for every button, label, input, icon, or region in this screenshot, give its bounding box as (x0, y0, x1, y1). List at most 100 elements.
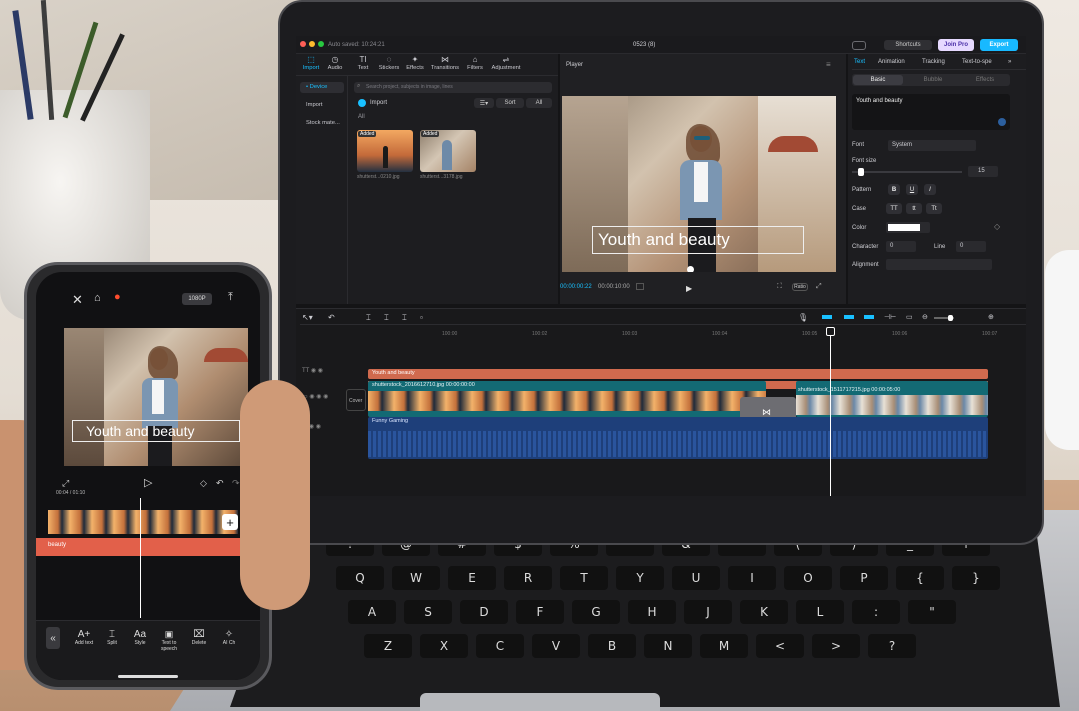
text-track-clip[interactable]: Youth and beauty (368, 369, 988, 379)
view-toggle-icon[interactable]: ☰▾ (474, 98, 494, 108)
sidebar-item-stock[interactable]: Stock mate... (300, 118, 344, 129)
tab-filters[interactable]: ⌂ Filters (460, 55, 490, 71)
keyboard-key[interactable]: } (952, 566, 1000, 590)
subtab-bubble[interactable]: Bubble (908, 75, 958, 85)
tool-delete[interactable]: ⌧ Delete (186, 629, 212, 646)
zoom-fit-icon[interactable]: ⊕ (988, 313, 994, 321)
split-left-icon[interactable]: ⌶ (384, 313, 389, 323)
keyboard-key[interactable]: I (728, 566, 776, 590)
keyboard-key[interactable]: Z (364, 634, 412, 658)
phone-video-track[interactable] (48, 510, 238, 534)
slider-handle[interactable] (858, 168, 864, 176)
keyboard-key[interactable]: : (852, 600, 900, 624)
media-clip[interactable]: Added (357, 130, 413, 172)
zoom-slider[interactable] (934, 315, 954, 321)
keyboard-key[interactable]: F (516, 600, 564, 624)
playhead-handle[interactable] (826, 327, 835, 336)
ratio-button[interactable]: Ratio (792, 283, 808, 291)
tool-ai[interactable]: ✧ AI Ch (214, 629, 244, 646)
video-clip[interactable]: shutterstock_1511717215.jpg 00:00:05:00 (796, 381, 988, 417)
tab-text-props[interactable]: Text (854, 59, 865, 65)
timeline-ruler[interactable]: 100:00 100:02 100:03 100:04 100:05 100:06 100:… (368, 331, 1018, 341)
font-size-slider[interactable] (852, 168, 962, 176)
underline-button[interactable]: U (906, 184, 918, 195)
tab-transitions[interactable]: ⋈ Transitions (430, 55, 460, 71)
keyboard-key[interactable]: E (448, 566, 496, 590)
tab-text-to-speech[interactable]: Text-to-spe (962, 59, 992, 65)
media-search[interactable]: ⌕ Search project, subjects in image, lin… (354, 82, 552, 93)
keyboard-key[interactable]: Q (336, 566, 384, 590)
close-window-dot[interactable] (300, 41, 306, 47)
microphone-icon[interactable]: 🎙 (798, 313, 808, 322)
case-title-button[interactable]: Tt (926, 203, 942, 214)
subtab-basic[interactable]: Basic (853, 75, 903, 85)
keyframe-icon[interactable]: ◇ (200, 478, 207, 489)
keyboard-key[interactable]: > (812, 634, 860, 658)
keyboard-key[interactable]: D (460, 600, 508, 624)
tool-add-text[interactable]: A+ Add text (70, 629, 98, 646)
phone-playhead[interactable] (140, 498, 141, 618)
font-size-input[interactable]: 15 (968, 166, 998, 177)
player-video[interactable]: Youth and beauty (562, 96, 836, 272)
keyboard-key[interactable]: B (588, 634, 636, 658)
play-icon[interactable]: ▷ (144, 476, 152, 489)
shortcuts-button[interactable]: Shortcuts (884, 40, 932, 50)
link-icon[interactable] (844, 315, 854, 319)
delete-icon[interactable]: ▫ (420, 313, 423, 322)
split-icon[interactable]: ⌶ (366, 313, 371, 323)
alignment-group[interactable] (886, 259, 992, 270)
keyboard-key[interactable]: < (756, 634, 804, 658)
phone-video[interactable]: Youth and beauty (64, 328, 248, 466)
keyboard-key[interactable]: C (476, 634, 524, 658)
preview-axis-icon[interactable] (864, 315, 874, 319)
grid-icon[interactable] (636, 283, 644, 290)
keyframe-icon[interactable]: ◇ (994, 222, 1000, 231)
track-lock-icons[interactable]: TT ◉ ◉ (302, 367, 323, 374)
tool-split[interactable]: ⌶ Split (100, 629, 124, 646)
layout-icon[interactable] (852, 41, 866, 50)
keyboard-key[interactable]: L (796, 600, 844, 624)
trackpad[interactable] (420, 693, 660, 711)
minimize-window-dot[interactable] (309, 41, 315, 47)
tab-tracking[interactable]: Tracking (922, 59, 945, 65)
color-picker[interactable] (886, 222, 930, 233)
tool-text-to-speech[interactable]: ▣ Text to speech (154, 629, 184, 652)
close-icon[interactable]: ✕ (72, 292, 83, 308)
tab-animation[interactable]: Animation (878, 59, 905, 65)
split-right-icon[interactable]: ⌶ (402, 313, 407, 323)
keyboard-key[interactable]: M (700, 634, 748, 658)
audio-clip[interactable]: Funny Gaming (368, 417, 988, 459)
ai-writer-icon[interactable] (998, 118, 1006, 126)
case-upper-button[interactable]: TT (886, 203, 902, 214)
phone-text-track[interactable]: beauty (36, 538, 260, 556)
add-clip-button[interactable]: + (222, 514, 238, 530)
join-pro-button[interactable]: Join Pro (938, 39, 974, 51)
text-content-field[interactable]: Youth and beauty (852, 94, 1010, 130)
flame-icon[interactable]: ● (114, 291, 121, 303)
keyboard-key[interactable]: { (896, 566, 944, 590)
keyboard-key[interactable]: G (572, 600, 620, 624)
zoom-out-icon[interactable]: ⊖ (922, 313, 928, 321)
keyboard-key[interactable]: U (672, 566, 720, 590)
keyboard-key[interactable]: O (784, 566, 832, 590)
keyboard-key[interactable]: T (560, 566, 608, 590)
keyboard-key[interactable]: ? (868, 634, 916, 658)
keyboard-key[interactable]: P (840, 566, 888, 590)
rotate-handle-icon[interactable] (687, 266, 694, 272)
playhead[interactable] (830, 329, 831, 496)
keyboard-key[interactable]: " (908, 600, 956, 624)
keyboard-key[interactable]: X (420, 634, 468, 658)
fit-screen-icon[interactable]: ⛶ (777, 283, 782, 291)
tab-adjustment[interactable]: ⇌ Adjustment (491, 55, 521, 71)
resolution-button[interactable]: 1080P (182, 293, 212, 305)
character-spacing-input[interactable]: 0 (886, 241, 916, 252)
media-clip[interactable]: Added (420, 130, 476, 172)
keyboard-key[interactable]: V (532, 634, 580, 658)
keyboard-key[interactable]: N (644, 634, 692, 658)
keyboard-key[interactable]: W (392, 566, 440, 590)
undo-icon[interactable]: ↶ (328, 313, 335, 322)
redo-icon[interactable]: ↷ (232, 478, 240, 489)
select-tool-icon[interactable]: ↖▾ (302, 313, 313, 322)
video-clip[interactable]: shutterstock_2016612710.jpg 00:00:00:00 (368, 381, 766, 417)
subtab-effects[interactable]: Effects (960, 75, 1010, 85)
